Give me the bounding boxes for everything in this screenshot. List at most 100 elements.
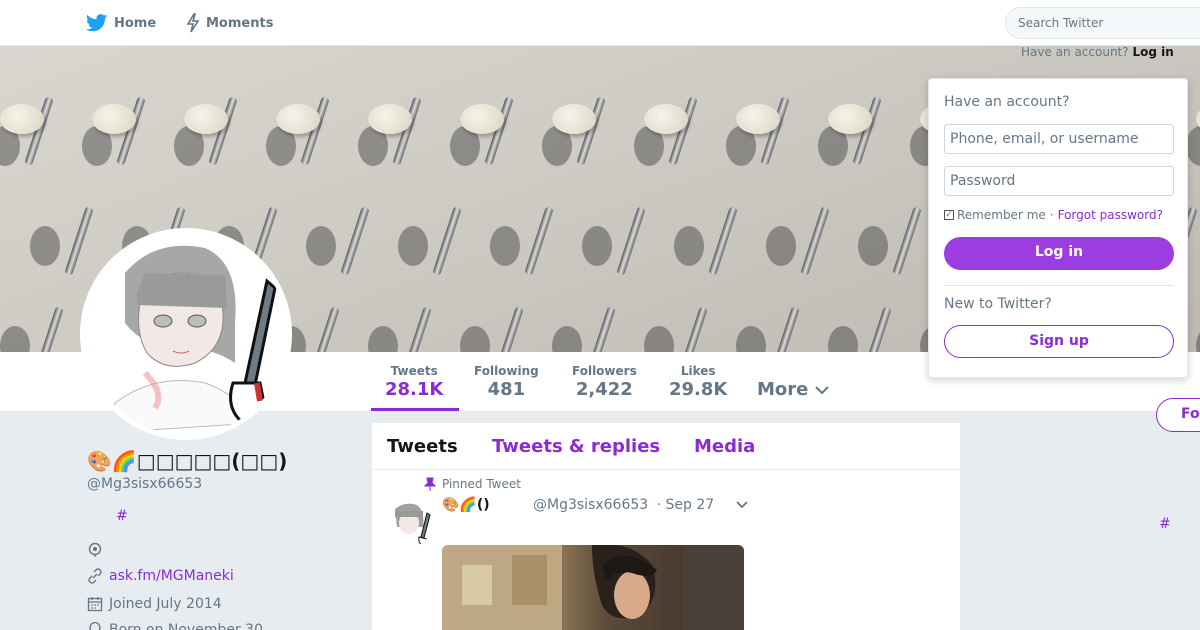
banner-spoon	[624, 86, 714, 196]
pinned-tweet-label: Pinned Tweet	[424, 477, 521, 491]
signup-button[interactable]: Sign up	[944, 325, 1174, 358]
remember-checkbox[interactable]: ✓	[944, 210, 954, 220]
banner-spoon	[572, 196, 662, 306]
bio-hashtag[interactable]: #	[116, 508, 128, 524]
banner-spoon	[0, 86, 70, 196]
follow-label: Fo	[1181, 406, 1200, 422]
tab-tweets[interactable]: Tweets	[387, 436, 458, 457]
remember-row: ✓ Remember me · Forgot password?	[944, 208, 1163, 222]
stat-likes[interactable]: Likes 29.8K	[669, 364, 727, 400]
stat-label: Followers	[572, 364, 637, 378]
stat-followers[interactable]: Followers 2,422	[572, 364, 637, 400]
banner-spoon	[388, 196, 478, 306]
stat-value: 28.1K	[385, 379, 444, 400]
stat-label: Following	[474, 364, 539, 378]
stat-following[interactable]: Following 481	[474, 364, 539, 400]
banner-spoon	[542, 296, 632, 352]
banner-spoon	[164, 86, 254, 196]
banner-spoon	[450, 296, 540, 352]
profile-handle: @Mg3sisx66653	[87, 476, 203, 492]
pin-icon	[424, 477, 436, 491]
stat-label: Tweets	[390, 364, 438, 378]
more-button[interactable]: More	[757, 379, 830, 400]
photo-content	[442, 545, 744, 630]
banner-spoon	[716, 86, 806, 196]
stat-value: 29.8K	[669, 379, 728, 400]
follow-button[interactable]: Fo	[1156, 398, 1200, 432]
lightning-icon	[186, 13, 200, 33]
tweet-media-photo[interactable]	[442, 545, 744, 630]
search-input[interactable]: Search Twitter	[1005, 7, 1200, 39]
banner-spoon	[440, 86, 530, 196]
tweet-author-name[interactable]: 🎨🌈()	[442, 497, 490, 513]
link-icon	[88, 568, 102, 584]
more-label: More	[757, 379, 809, 400]
banner-spoon	[348, 86, 438, 196]
remember-separator: ·	[1049, 208, 1054, 222]
banner-spoon	[532, 86, 622, 196]
banner-spoon	[256, 86, 346, 196]
trending-hashtag[interactable]: #	[1159, 516, 1171, 532]
location-pin-icon	[88, 542, 102, 557]
website-row: ask.fm/MGManeki	[87, 568, 234, 584]
tweet-options-chevron-icon[interactable]	[734, 499, 750, 511]
timeline-tabs: Tweets Tweets & replies Media	[372, 423, 960, 470]
chevron-down-icon	[815, 385, 830, 394]
nav-home[interactable]: Home	[86, 13, 156, 33]
profile-avatar[interactable]	[80, 228, 292, 440]
login-divider	[944, 285, 1174, 286]
stat-value: 2,422	[575, 379, 633, 400]
stat-tweets[interactable]: Tweets 28.1K	[385, 364, 443, 400]
have-account-prompt: Have an account? Log in	[1021, 45, 1174, 59]
tweet-date[interactable]: · Sep 27	[657, 497, 715, 513]
anime-avatar-illustration	[85, 233, 287, 435]
banner-spoon	[818, 296, 908, 352]
birthday-text: Born on November 30	[109, 622, 263, 630]
have-account-text: Have an account?	[1021, 45, 1129, 59]
active-stat-underline	[371, 408, 459, 411]
banner-spoon	[808, 86, 898, 196]
banner-spoon	[664, 196, 754, 306]
website-link[interactable]: ask.fm/MGManeki	[109, 568, 234, 584]
tweet-avatar-illustration	[385, 499, 433, 547]
username-placeholder: Phone, email, or username	[950, 131, 1139, 147]
new-to-twitter-text: New to Twitter?	[944, 296, 1052, 312]
profile-name: 🎨🌈□□□□□(□□)	[87, 449, 288, 473]
tab-tweets-replies[interactable]: Tweets & replies	[492, 436, 660, 457]
banner-spoon	[358, 296, 448, 352]
remember-label[interactable]: Remember me	[957, 208, 1046, 222]
banner-spoon	[1186, 296, 1200, 352]
balloon-icon	[89, 622, 101, 630]
stat-label: Likes	[680, 364, 716, 378]
top-nav: Home Moments Search Twitter	[0, 0, 1200, 46]
stat-value: 481	[487, 379, 526, 400]
banner-spoon	[726, 296, 816, 352]
nav-moments[interactable]: Moments	[186, 13, 273, 33]
calendar-icon	[87, 597, 103, 612]
banner-spoon	[480, 196, 570, 306]
joined-row: Joined July 2014	[87, 596, 222, 612]
timeline: Tweets Tweets & replies Media Pinned Twe…	[372, 423, 960, 630]
birthday-row: Born on November 30	[87, 622, 263, 630]
login-dropdown: Have an account? Phone, email, or userna…	[928, 78, 1188, 378]
login-link[interactable]: Log in	[1132, 45, 1173, 59]
banner-spoon	[756, 196, 846, 306]
tweet-handle-text: @Mg3sisx66653	[533, 497, 649, 513]
forgot-password-link[interactable]: Forgot password?	[1058, 208, 1163, 222]
search-placeholder: Search Twitter	[1018, 16, 1104, 30]
banner-spoon	[848, 196, 938, 306]
tweet-avatar[interactable]	[385, 499, 433, 547]
login-button[interactable]: Log in	[944, 237, 1174, 270]
tweet-author-handle[interactable]: @Mg3sisx66653 · Sep 27	[533, 497, 714, 513]
nav-moments-label: Moments	[206, 15, 274, 31]
banner-spoon	[0, 296, 80, 352]
login-heading: Have an account?	[944, 94, 1070, 110]
nav-home-label: Home	[114, 15, 157, 31]
location-row	[87, 542, 109, 558]
password-placeholder: Password	[950, 173, 1016, 189]
banner-spoon	[72, 86, 162, 196]
tab-media[interactable]: Media	[694, 436, 755, 457]
username-field[interactable]: Phone, email, or username	[944, 124, 1174, 154]
password-field[interactable]: Password	[944, 166, 1174, 196]
banner-spoon	[634, 296, 724, 352]
